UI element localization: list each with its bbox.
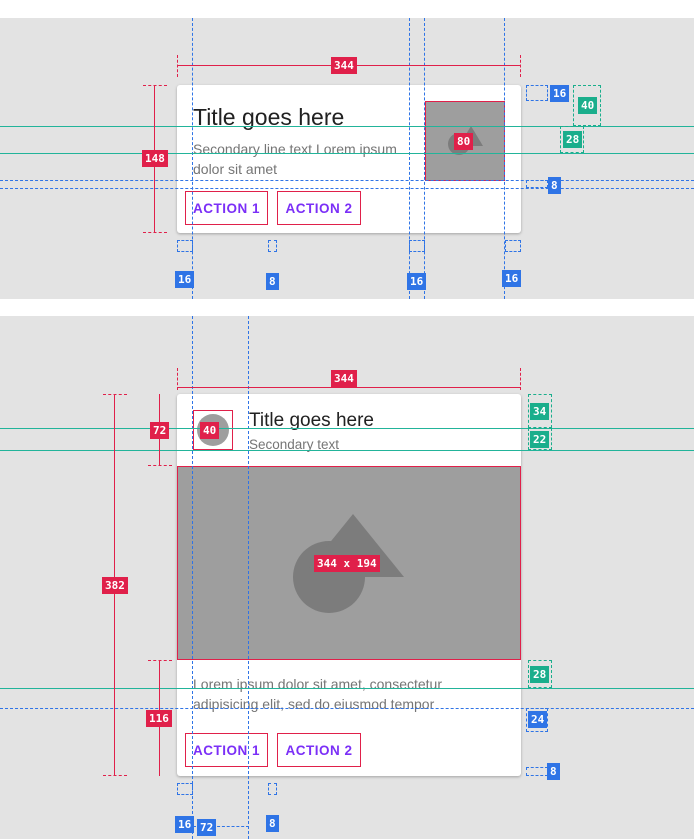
keyline — [192, 316, 193, 839]
baseline — [0, 688, 694, 689]
spacing-marker — [526, 85, 548, 101]
width-label: 344 — [331, 370, 357, 387]
text-keyline-label: 72 — [197, 819, 217, 836]
baseline — [0, 126, 694, 127]
width-label: 344 — [331, 57, 357, 74]
body-height-label: 116 — [146, 710, 172, 727]
measure-tick — [103, 394, 127, 395]
thumbnail-size-label: 80 — [454, 133, 474, 150]
action-1-button[interactable]: ACTION 1 — [185, 191, 268, 225]
secondary-baseline-label: 22 — [530, 431, 550, 448]
spacing-marker — [409, 240, 425, 252]
keyline — [0, 180, 694, 181]
spacing-marker — [505, 240, 521, 252]
measure-tick — [143, 85, 167, 86]
measure-tick — [143, 232, 167, 233]
baseline — [0, 153, 694, 154]
baseline — [0, 450, 694, 451]
left-padding-label: 16 — [175, 816, 195, 833]
height-label: 148 — [142, 150, 168, 167]
keyline — [409, 18, 410, 299]
spacing-marker — [526, 767, 548, 776]
card-secondary-text: Secondary line text Lorem ipsum dolor si… — [193, 141, 397, 177]
header-height-label: 72 — [150, 422, 170, 439]
keyline — [192, 18, 193, 299]
measure-tick — [103, 775, 127, 776]
keyline — [0, 188, 694, 189]
spacing-marker — [177, 240, 193, 252]
measure-tick — [148, 465, 172, 466]
button-gap-label: 8 — [266, 815, 279, 832]
body-bottom-label: 24 — [528, 711, 548, 728]
measure-tick — [148, 660, 172, 661]
measure-tick — [520, 368, 521, 390]
spacing-marker — [526, 180, 548, 188]
measure-tick — [520, 55, 521, 77]
width-measure-line — [177, 387, 521, 388]
height-label: 382 — [102, 577, 128, 594]
title-baseline-label: 40 — [578, 97, 598, 114]
bottom-gap-label: 8 — [548, 177, 561, 194]
keyline — [0, 708, 694, 709]
avatar-size-label: 40 — [200, 422, 220, 439]
keyline — [248, 316, 249, 839]
left-padding-label: 16 — [175, 271, 195, 288]
media-size-label: 344 x 194 — [314, 555, 380, 572]
title-baseline-label: 34 — [530, 403, 550, 420]
action-1-button[interactable]: ACTION 1 — [185, 733, 268, 767]
keyline — [424, 18, 425, 299]
thumbnail-gap-label: 16 — [407, 273, 427, 290]
spacing-marker — [268, 783, 277, 795]
top-padding-label: 16 — [550, 85, 570, 102]
spacing-marker — [177, 783, 193, 795]
action-2-button[interactable]: ACTION 2 — [277, 191, 361, 225]
right-padding-label: 16 — [502, 270, 522, 287]
baseline — [0, 428, 694, 429]
measure-tick — [177, 55, 178, 77]
action-2-button[interactable]: ACTION 2 — [277, 733, 361, 767]
card-secondary-text: Secondary text — [249, 437, 340, 452]
measure-tick — [177, 368, 178, 390]
secondary-baseline-label: 28 — [563, 131, 583, 148]
button-gap-label: 8 — [266, 273, 279, 290]
keyline — [504, 18, 505, 299]
body-baseline-label: 28 — [530, 666, 550, 683]
bottom-gap-label: 8 — [547, 763, 560, 780]
spacing-marker — [268, 240, 277, 252]
